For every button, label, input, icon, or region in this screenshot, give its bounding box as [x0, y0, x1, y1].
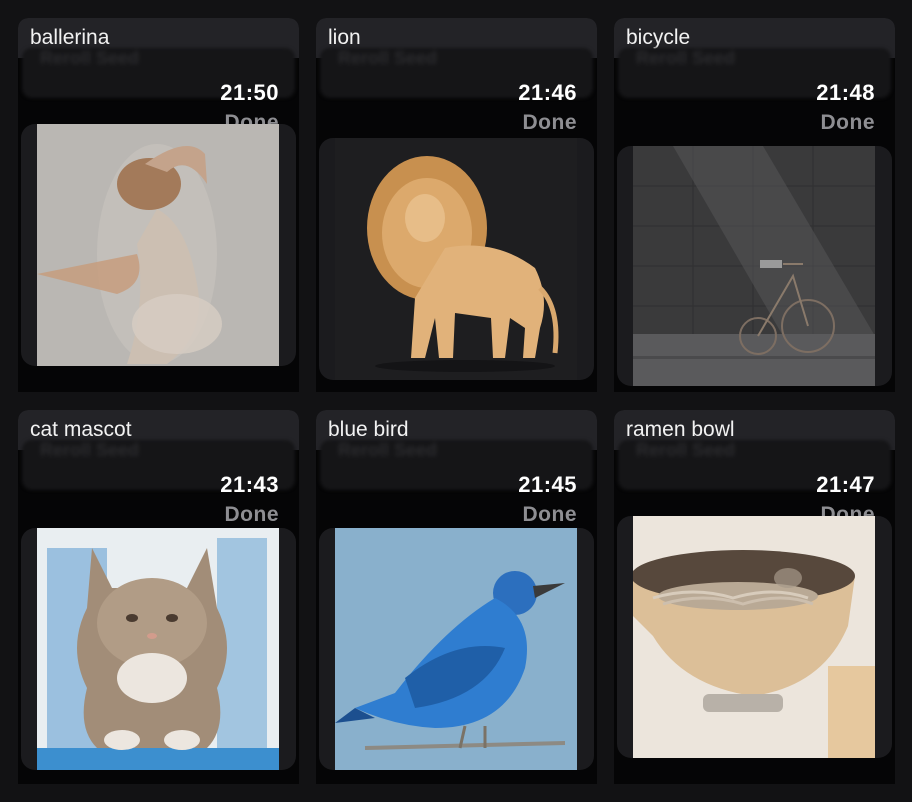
- generation-card-bicycle[interactable]: bicycle Reroll Seed 21:48 Done: [614, 18, 895, 392]
- card-body: Reroll Seed 21:46 Done: [316, 48, 597, 392]
- image-frame: [617, 146, 892, 386]
- card-title: lion: [328, 26, 361, 49]
- card-meta: 21:46 Done: [518, 80, 577, 135]
- generation-card-ballerina[interactable]: ballerina Reroll Seed 21:50 Done: [18, 18, 299, 392]
- image-frame: [21, 124, 296, 366]
- generation-grid: ballerina Reroll Seed 21:50 Done lion Re…: [0, 0, 912, 802]
- ghost-reroll-label: Reroll Seed: [338, 440, 438, 460]
- timestamp: 21:46: [518, 80, 577, 105]
- card-body: Reroll Seed 21:43 Done: [18, 440, 299, 784]
- timestamp: 21:43: [220, 472, 279, 497]
- ghost-reroll-label: Reroll Seed: [338, 48, 438, 68]
- card-meta: 21:45 Done: [518, 472, 577, 527]
- status-label: Done: [820, 111, 875, 134]
- card-meta: 21:43 Done: [220, 472, 279, 527]
- ghost-reroll-label: Reroll Seed: [40, 440, 140, 460]
- status-label: Done: [522, 503, 577, 526]
- generation-card-blue-bird[interactable]: blue bird Reroll Seed 21:45 Done: [316, 410, 597, 784]
- card-title: blue bird: [328, 418, 409, 441]
- generation-card-cat-mascot[interactable]: cat mascot Reroll Seed 21:43 Done: [18, 410, 299, 784]
- ramen-bowl-image[interactable]: [633, 516, 875, 758]
- card-meta: 21:48 Done: [816, 80, 875, 135]
- timestamp: 21:47: [816, 472, 875, 497]
- card-body: Reroll Seed 21:47 Done: [614, 440, 895, 784]
- ghost-reroll-label: Reroll Seed: [636, 48, 736, 68]
- image-frame: [21, 528, 296, 770]
- timestamp: 21:48: [816, 80, 875, 105]
- image-frame: [319, 138, 594, 380]
- card-title: bicycle: [626, 26, 691, 49]
- cat-mascot-image[interactable]: [37, 528, 279, 770]
- timestamp: 21:45: [518, 472, 577, 497]
- ghost-reroll-label: Reroll Seed: [40, 48, 140, 68]
- generation-card-lion[interactable]: lion Reroll Seed 21:46 Done: [316, 18, 597, 392]
- ghost-reroll-label: Reroll Seed: [636, 440, 736, 460]
- blue-bird-image[interactable]: [335, 528, 577, 770]
- generation-card-ramen-bowl[interactable]: ramen bowl Reroll Seed 21:47 Done: [614, 410, 895, 784]
- lion-image[interactable]: [335, 138, 577, 380]
- timestamp: 21:50: [220, 80, 279, 105]
- card-title: ramen bowl: [626, 418, 735, 441]
- card-title: ballerina: [30, 26, 110, 49]
- bicycle-image[interactable]: [633, 146, 875, 386]
- status-label: Done: [224, 503, 279, 526]
- ballerina-image[interactable]: [37, 124, 279, 366]
- image-frame: [617, 516, 892, 758]
- card-body: Reroll Seed 21:45 Done: [316, 440, 597, 784]
- image-frame: [319, 528, 594, 770]
- card-body: Reroll Seed 21:50 Done: [18, 48, 299, 392]
- card-body: Reroll Seed 21:48 Done: [614, 48, 895, 392]
- status-label: Done: [522, 111, 577, 134]
- card-title: cat mascot: [30, 418, 132, 441]
